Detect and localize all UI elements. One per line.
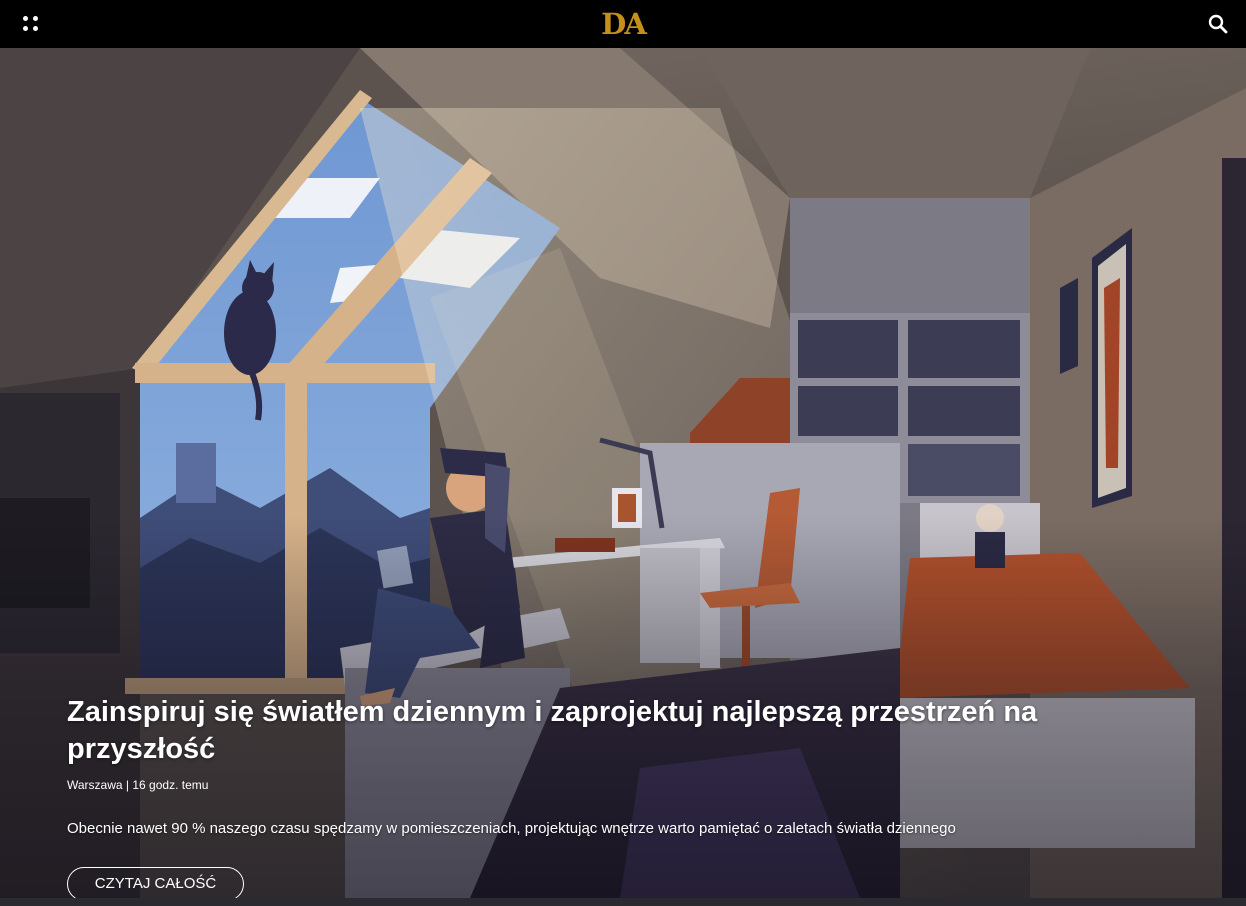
top-bar: DA xyxy=(0,0,1246,48)
article-lead: Obecnie nawet 90 % naszego czasu spędzam… xyxy=(67,820,956,837)
bottom-strip xyxy=(0,898,1246,906)
page: DA Zainspiruj się światłem dziennym i za… xyxy=(0,0,1246,906)
menu-dot-icon xyxy=(23,26,28,31)
article-location: Warszawa xyxy=(67,778,123,792)
article-time: 16 godz. temu xyxy=(132,778,209,792)
article-title[interactable]: Zainspiruj się światłem dziennym i zapro… xyxy=(67,694,1167,768)
search-icon xyxy=(1208,14,1228,34)
hero-text: Zainspiruj się światłem dziennym i zapro… xyxy=(67,694,1167,839)
menu-dot-icon xyxy=(23,16,28,21)
article-meta: Warszawa | 16 godz. temu xyxy=(67,777,1167,793)
search-button[interactable] xyxy=(1206,12,1230,36)
menu-dot-icon xyxy=(33,26,38,31)
site-logo[interactable]: DA xyxy=(598,8,648,40)
read-more-button[interactable]: CZYTAJ CAŁOŚĆ xyxy=(67,867,244,901)
menu-button[interactable] xyxy=(20,12,44,36)
hero-article[interactable]: Zainspiruj się światłem dziennym i zapro… xyxy=(0,48,1246,898)
menu-dot-icon xyxy=(33,16,38,21)
